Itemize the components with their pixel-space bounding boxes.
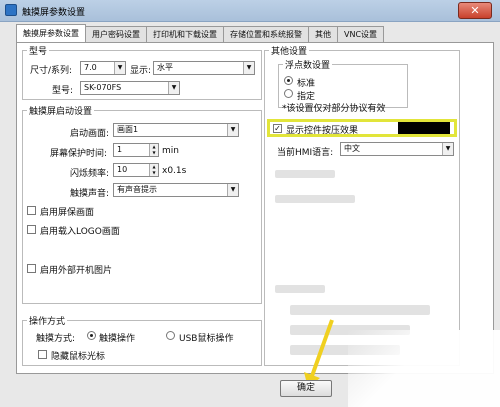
press-effect-checkbox[interactable]: ✓ xyxy=(273,124,282,133)
hmi-lang-select[interactable]: 中文 ▼ xyxy=(340,142,454,156)
start-screen-select[interactable]: 画面1 ▼ xyxy=(113,123,239,137)
model-select[interactable]: SK-070FS ▼ xyxy=(80,81,180,95)
screensaver-stepper[interactable]: 1 ▲ ▼ xyxy=(113,143,159,157)
blink-stepper[interactable]: 10 ▲ ▼ xyxy=(113,163,159,177)
blurred-text xyxy=(275,170,335,178)
float-standard-label: 标准 xyxy=(297,79,316,89)
startup-group-title: 触摸屏启动设置 xyxy=(29,107,93,117)
protocol-note: *该设置仅对部分协议有效 xyxy=(282,104,386,114)
usb-mode-label: USB鼠标操作 xyxy=(179,334,234,344)
blink-unit: x0.1s xyxy=(162,166,187,176)
display-select[interactable]: 水平 ▼ xyxy=(153,61,255,75)
start-screen-label: 启动画面: xyxy=(70,129,110,139)
sound-select[interactable]: 有声音提示 ▼ xyxy=(113,183,239,197)
enable-logo-checkbox[interactable] xyxy=(27,225,36,234)
app-icon xyxy=(5,4,17,16)
tab-user-password[interactable]: 用户密码设置 xyxy=(85,26,147,42)
enable-saver-checkbox[interactable] xyxy=(27,206,36,215)
blurred-text xyxy=(290,305,430,315)
chevron-down-icon: ▼ xyxy=(168,82,179,94)
tab-vnc[interactable]: VNC设置 xyxy=(337,26,385,42)
model-label: 型号: xyxy=(52,86,74,96)
hide-cursor-checkbox[interactable] xyxy=(38,350,47,359)
touch-mode-radio[interactable] xyxy=(87,331,96,340)
touch-mode-label: 触摸操作 xyxy=(99,334,136,344)
press-effect-label: 显示控件按压效果 xyxy=(286,126,359,136)
size-select[interactable]: 7.0 ▼ xyxy=(80,61,126,75)
sound-label: 触摸声音: xyxy=(70,189,110,199)
chevron-down-icon: ▼ xyxy=(442,143,453,155)
press-effect-color-swatch[interactable] xyxy=(398,122,450,134)
enable-logo-label: 启用载入LOGO画面 xyxy=(40,227,120,237)
float-specified-radio[interactable] xyxy=(284,89,293,98)
enable-saver-label: 启用屏保画面 xyxy=(40,208,95,218)
chevron-down-icon: ▼ xyxy=(114,62,125,74)
close-button[interactable]: ✕ xyxy=(458,2,492,19)
window-title: 触摸屏参数设置 xyxy=(22,8,86,18)
screensaver-unit: min xyxy=(162,146,179,156)
spin-arrows-icon[interactable]: ▲ ▼ xyxy=(149,144,158,156)
hide-cursor-label: 隐藏鼠标光标 xyxy=(51,352,106,362)
blurred-text xyxy=(275,285,325,293)
blurred-text xyxy=(275,195,355,203)
enable-external-label: 启用外部开机图片 xyxy=(40,266,113,276)
watermark-overlay xyxy=(348,330,500,407)
float-group-title: 浮点数设置 xyxy=(285,61,331,71)
tab-touch-params[interactable]: 触摸屏参数设置 xyxy=(16,24,86,42)
blink-label: 闪烁频率: xyxy=(70,169,110,179)
chevron-down-icon: ▼ xyxy=(227,184,238,196)
tab-strip: 触摸屏参数设置 用户密码设置 打印机和下载设置 存储位置和系统报警 其他 VNC… xyxy=(16,24,385,42)
tab-printer-download[interactable]: 打印机和下载设置 xyxy=(146,26,224,42)
display-label: 显示: xyxy=(130,66,152,76)
mode-label: 触摸方式: xyxy=(36,334,76,344)
enable-external-checkbox[interactable] xyxy=(27,264,36,273)
chevron-down-icon: ▼ xyxy=(243,62,254,74)
float-standard-radio[interactable] xyxy=(284,76,293,85)
ok-button[interactable]: 确定 xyxy=(280,380,332,397)
other-group-title: 其他设置 xyxy=(271,47,308,57)
model-group-title: 型号 xyxy=(29,47,48,57)
title-bar: 触摸屏参数设置 ✕ xyxy=(0,0,500,22)
size-label: 尺寸/系列: xyxy=(30,66,73,76)
spin-arrows-icon[interactable]: ▲ ▼ xyxy=(149,164,158,176)
hmi-lang-label: 当前HMI语言: xyxy=(277,148,334,158)
screensaver-label: 屏幕保护时间: xyxy=(50,149,108,159)
usb-mode-radio[interactable] xyxy=(166,331,175,340)
tab-storage-alarm[interactable]: 存储位置和系统报警 xyxy=(223,26,309,42)
tab-other[interactable]: 其他 xyxy=(308,26,338,42)
operation-group-title: 操作方式 xyxy=(29,317,66,327)
chevron-down-icon: ▼ xyxy=(227,124,238,136)
